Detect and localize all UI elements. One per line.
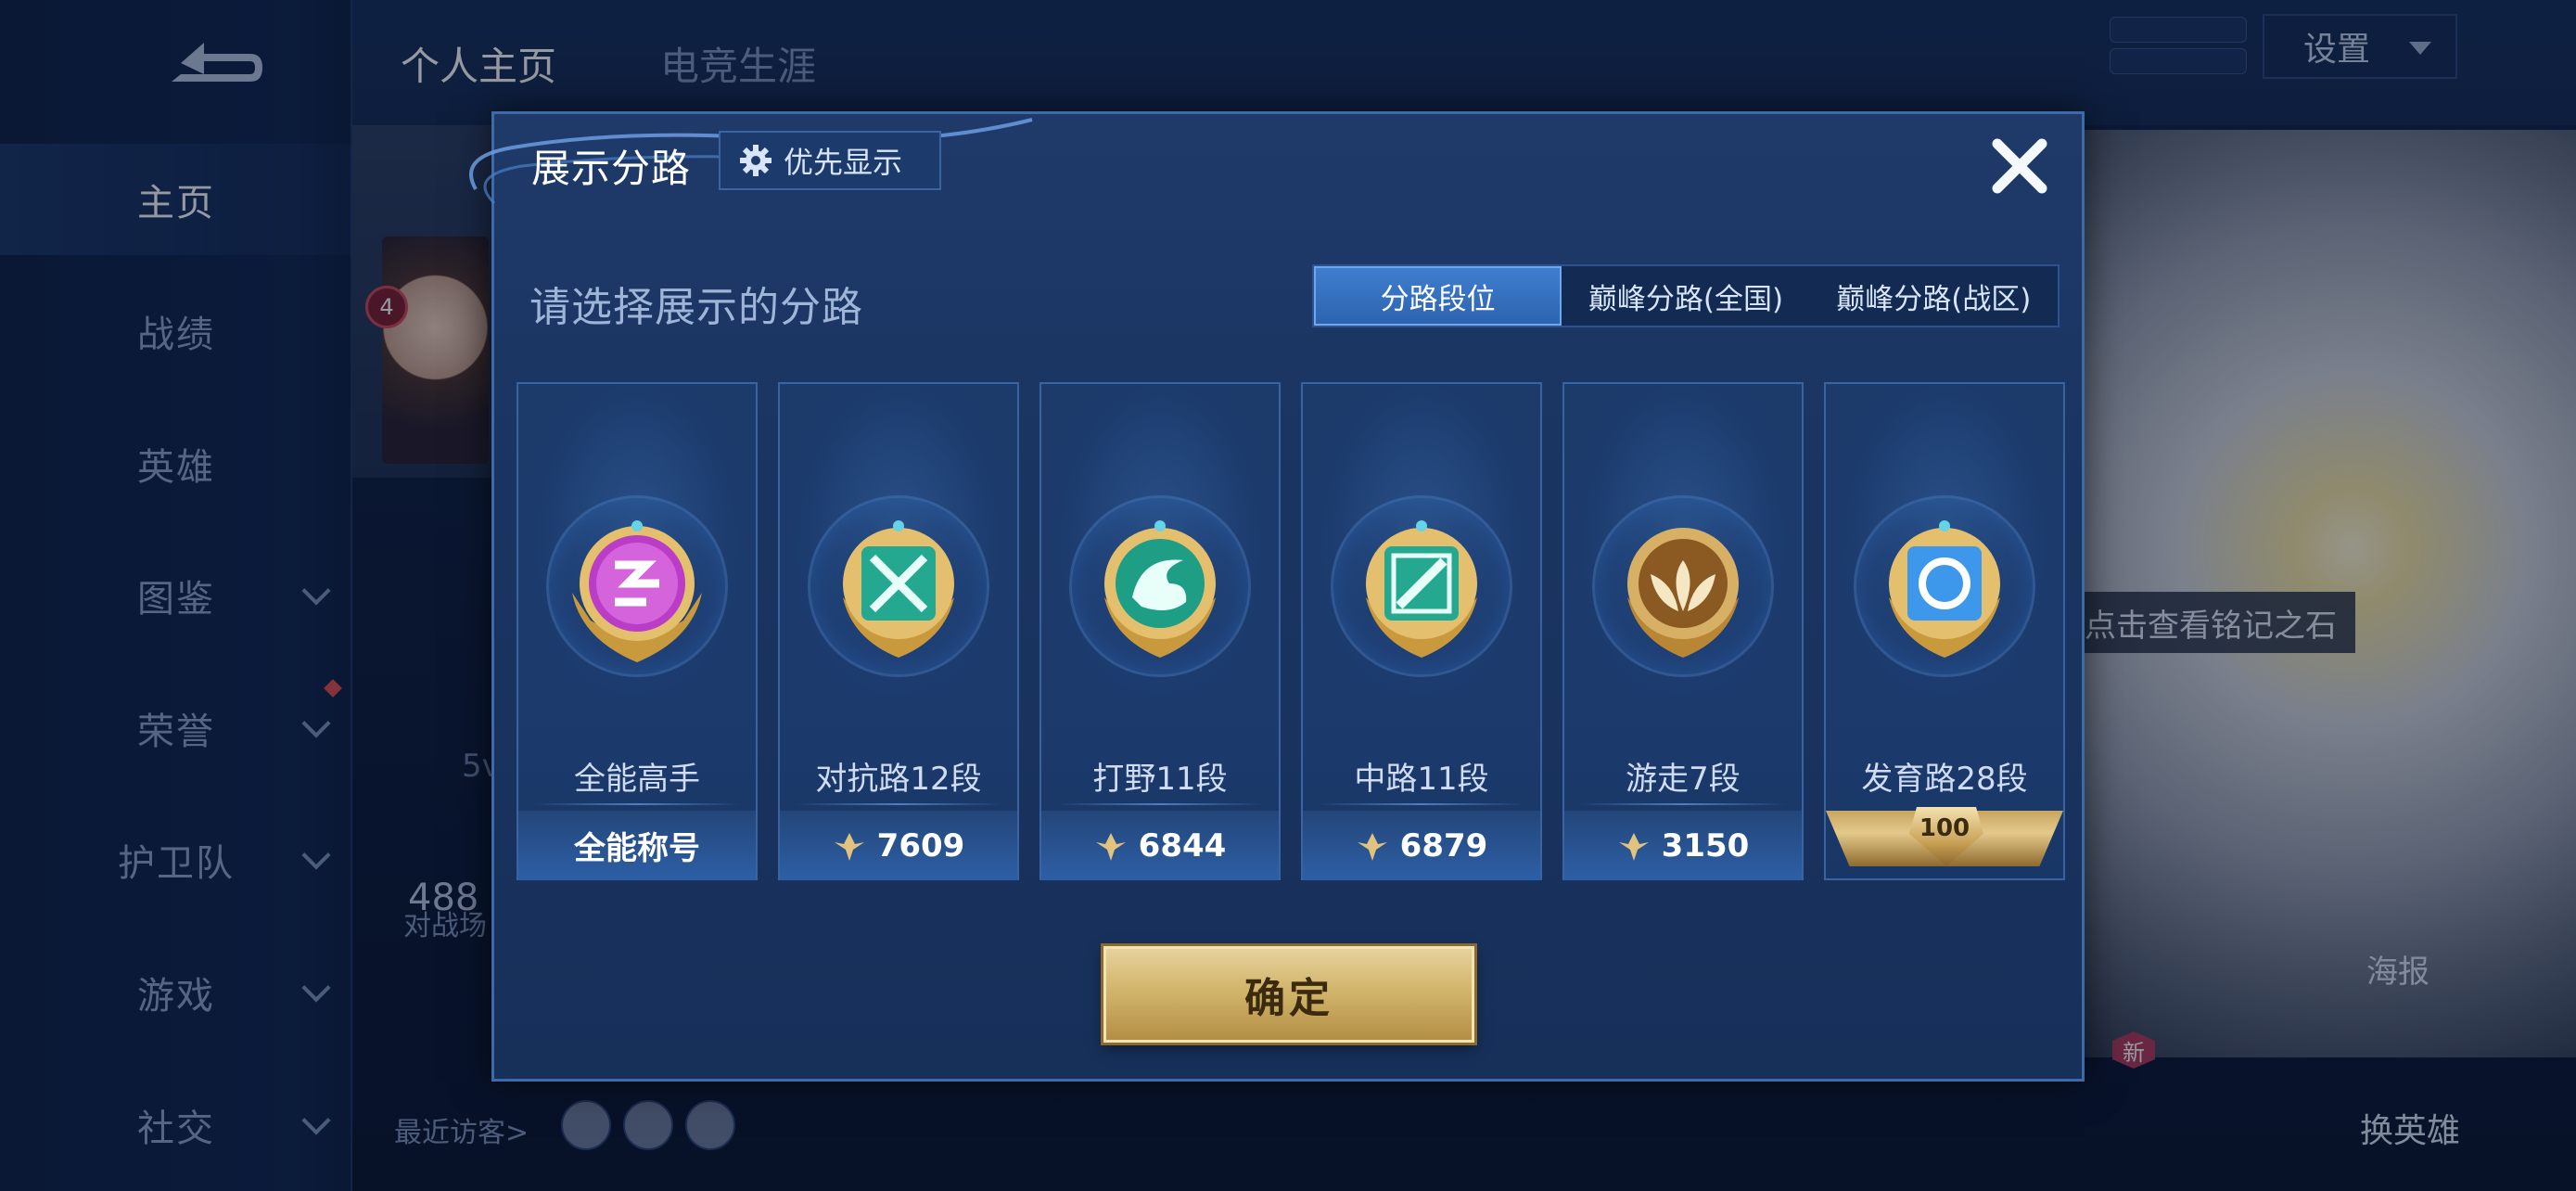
all-round-title-label: 全能称号 xyxy=(574,830,700,867)
lane-card-footer: 7609 xyxy=(780,811,1017,880)
close-icon[interactable] xyxy=(1983,129,2057,203)
lane-card-clash[interactable]: 对抗路12段 7609 xyxy=(778,382,1019,880)
jungle-emblem-icon xyxy=(1104,520,1216,658)
lane-display-dialog: 展示分路 优先显示 请选择展示的分路 分路段位 巅峰分路(全国) 巅峰分路(战区… xyxy=(469,111,2085,1082)
lane-card-list: 全能高手 全能称号 对抗路12段 7609 打野11段 6844 中路11段 6… xyxy=(516,382,2065,880)
rank-star-badge: 100 xyxy=(1826,803,2063,880)
lane-card-title: 游走7段 xyxy=(1626,761,1741,798)
all-round-emblem-icon xyxy=(572,520,702,662)
lane-card-title: 打野11段 xyxy=(1092,761,1228,798)
lane-card-roam[interactable]: 游走7段 3150 xyxy=(1562,382,1804,880)
peak-points-icon xyxy=(1095,832,1126,861)
lane-card-title: 对抗路12段 xyxy=(815,761,982,798)
dialog-title: 展示分路 xyxy=(531,146,692,191)
lane-card-footer: 3150 xyxy=(1564,811,1802,880)
lane-points: 7609 xyxy=(876,826,965,864)
lane-card-footer: 6879 xyxy=(1303,811,1540,880)
lane-card-jungle[interactable]: 打野11段 6844 xyxy=(1039,382,1281,880)
divider xyxy=(1056,803,1264,805)
rank-star-count: 100 xyxy=(1919,814,1970,842)
lane-mode-segmented-control: 分路段位 巅峰分路(全国) 巅峰分路(战区) xyxy=(1312,264,2060,327)
lane-card-footer: 6844 xyxy=(1041,811,1279,880)
peak-points-icon xyxy=(1357,832,1387,861)
lane-card-mid[interactable]: 中路11段 6879 xyxy=(1301,382,1542,880)
lane-card-title: 中路11段 xyxy=(1354,761,1489,798)
priority-display-button[interactable]: 优先显示 xyxy=(719,131,941,190)
lane-points: 6879 xyxy=(1399,826,1488,864)
confirm-button[interactable]: 确定 xyxy=(1103,946,1474,1043)
divider xyxy=(1579,803,1787,805)
lane-card-farm[interactable]: 发育路28段 100 xyxy=(1824,382,2065,880)
roam-emblem-icon xyxy=(1627,528,1739,658)
lane-points: 6844 xyxy=(1138,826,1227,864)
dialog-subtitle: 请选择展示的分路 xyxy=(529,284,863,331)
lane-points: 3150 xyxy=(1661,826,1750,864)
farm-lane-emblem-icon xyxy=(1889,520,2000,658)
peak-points-icon xyxy=(1618,832,1649,861)
gear-icon xyxy=(740,145,772,176)
divider xyxy=(795,803,1002,805)
tab-peak-lane-region[interactable]: 巅峰分路(战区) xyxy=(1810,266,2058,326)
divider xyxy=(533,803,741,805)
lane-card-title: 发育路28段 xyxy=(1861,761,2028,798)
lane-card-all-round[interactable]: 全能高手 全能称号 xyxy=(516,382,758,880)
priority-display-label: 优先显示 xyxy=(784,145,903,180)
tab-peak-lane-national[interactable]: 巅峰分路(全国) xyxy=(1562,266,1809,326)
lane-card-title: 全能高手 xyxy=(574,761,700,798)
lane-card-footer: 全能称号 xyxy=(518,811,756,880)
divider xyxy=(1318,803,1525,805)
clash-lane-emblem-icon xyxy=(843,520,954,658)
peak-points-icon xyxy=(834,832,864,861)
tab-lane-rank[interactable]: 分路段位 xyxy=(1314,266,1562,326)
mid-lane-emblem-icon xyxy=(1366,520,1477,658)
